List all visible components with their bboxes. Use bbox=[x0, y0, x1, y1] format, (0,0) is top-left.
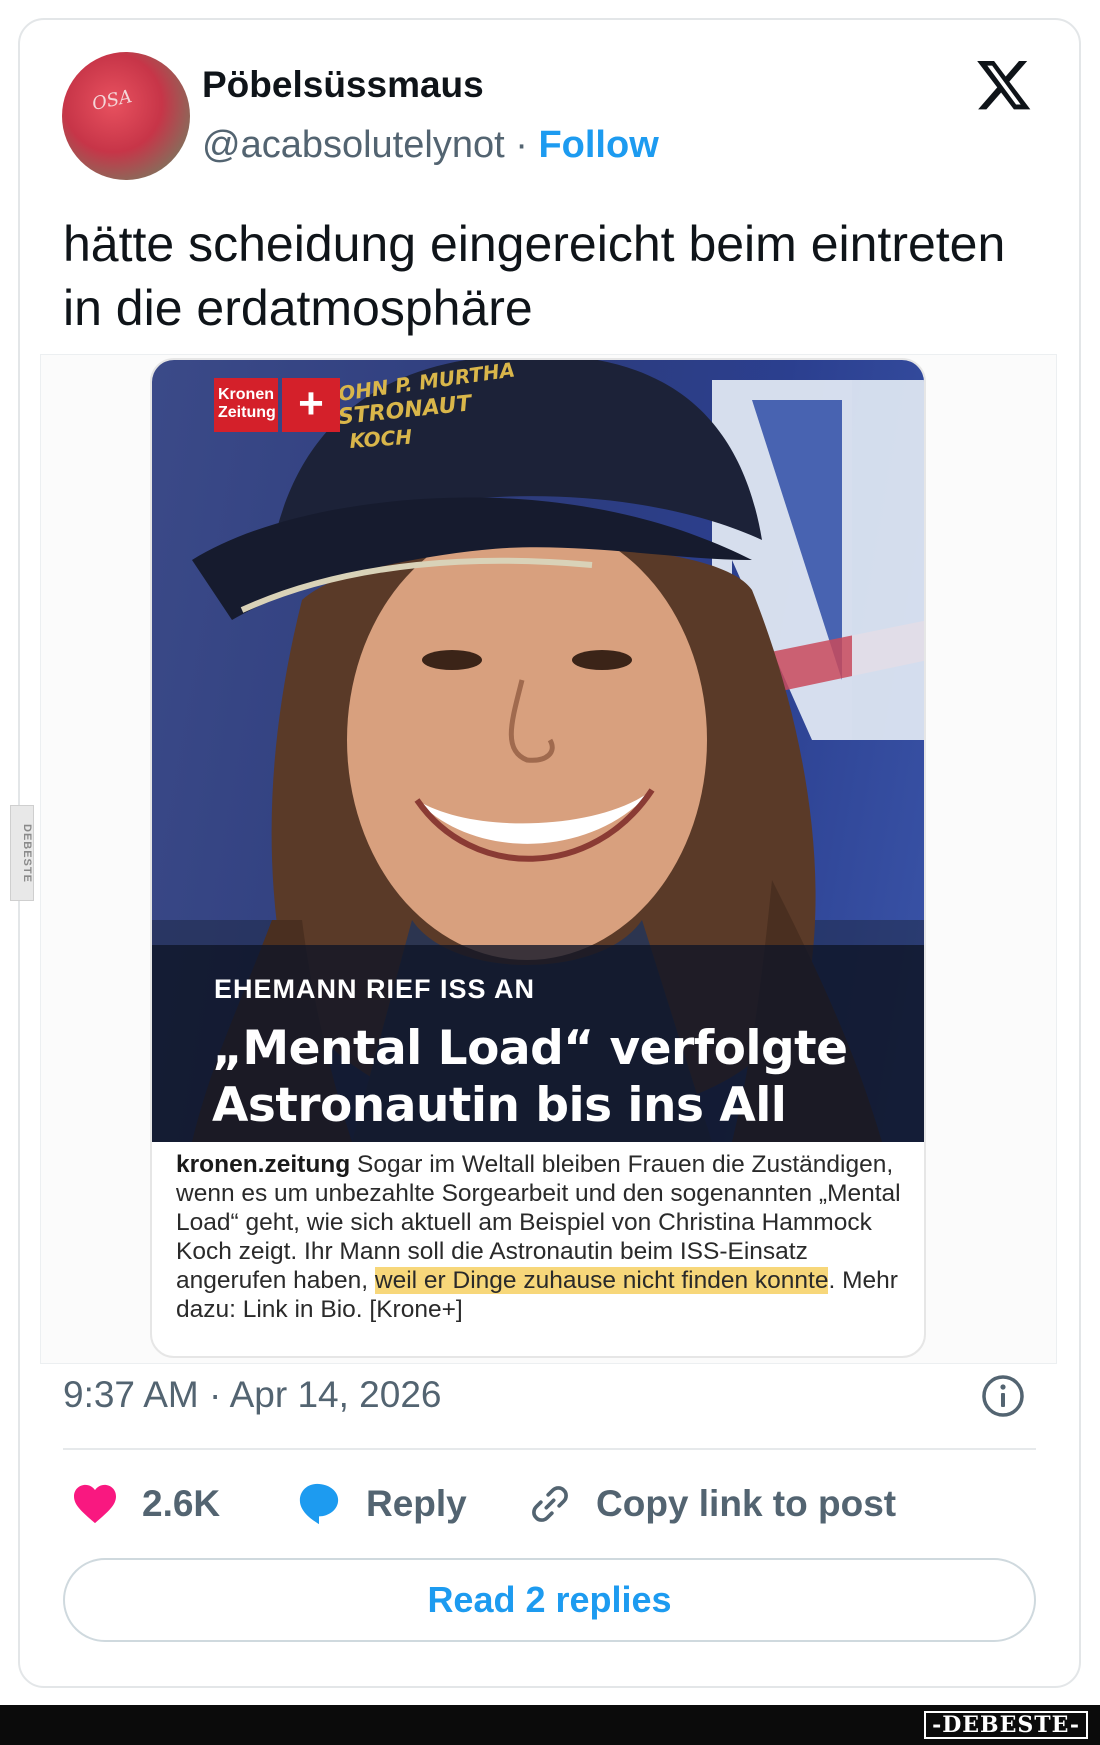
article-photo: JOHN P. MURTHA ASTRONAUT KOCH Kronen Zei… bbox=[152, 360, 924, 1142]
avatar[interactable]: OSA bbox=[62, 52, 190, 180]
bottom-bar: -DEBESTE- bbox=[0, 1705, 1100, 1745]
action-bar: 2.6K Reply Copy link to post bbox=[0, 1476, 1100, 1532]
plus-icon: + bbox=[282, 378, 340, 432]
kronen-zeitung-logo: Kronen Zeitung + bbox=[214, 378, 342, 432]
handle-separator: · bbox=[504, 124, 539, 166]
cap-embroidery-line3: KOCH bbox=[349, 425, 413, 453]
article-kicker: EHEMANN RIEF ISS AN bbox=[214, 974, 536, 1004]
heart-icon bbox=[74, 1484, 116, 1524]
article-caption: kronen.zeitung Sogar im Weltall bleiben … bbox=[176, 1150, 911, 1324]
article-headline: „Mental Load“ verfolgte Astronautin bis … bbox=[212, 1021, 848, 1133]
brand-name-line2: Zeitung bbox=[218, 404, 276, 421]
like-count: 2.6K bbox=[142, 1483, 221, 1524]
follow-button[interactable]: Follow bbox=[538, 124, 658, 166]
reply-button[interactable]: Reply bbox=[296, 1476, 467, 1532]
bottom-watermark: -DEBESTE- bbox=[924, 1711, 1088, 1739]
author-handle[interactable]: @acabsolutelynot bbox=[202, 124, 505, 166]
caption-highlight: weil er Dinge zuhause nicht finden konnt… bbox=[374, 1267, 829, 1294]
speech-bubble-icon bbox=[299, 1483, 339, 1525]
x-logo-icon[interactable] bbox=[975, 55, 1033, 113]
divider bbox=[63, 1448, 1036, 1450]
reply-label: Reply bbox=[366, 1483, 467, 1524]
author-display-name[interactable]: Pöbelsüssmaus bbox=[202, 64, 484, 106]
brand-name: Kronen Zeitung bbox=[214, 378, 278, 432]
copy-link-label: Copy link to post bbox=[596, 1483, 897, 1524]
embedded-image[interactable]: JOHN P. MURTHA ASTRONAUT KOCH Kronen Zei… bbox=[150, 358, 926, 1358]
author-handle-line: @acabsolutelynot · Follow bbox=[202, 124, 659, 167]
like-button[interactable]: 2.6K bbox=[72, 1476, 220, 1532]
tweet-text: hätte scheidung eingereicht beim eintret… bbox=[63, 216, 1006, 336]
read-replies-button[interactable]: Read 2 replies bbox=[63, 1558, 1036, 1642]
brand-name-line1: Kronen bbox=[218, 386, 274, 403]
info-icon[interactable] bbox=[980, 1373, 1026, 1419]
tweet-timestamp[interactable]: 9:37 AM · Apr 14, 2026 bbox=[63, 1374, 441, 1416]
caption-source: kronen.zeitung bbox=[176, 1151, 351, 1178]
copy-link-button[interactable]: Copy link to post bbox=[528, 1476, 896, 1532]
link-icon bbox=[532, 1486, 568, 1522]
side-watermark: DEBESTE bbox=[10, 805, 34, 901]
avatar-cap-text: OSA bbox=[90, 86, 134, 115]
